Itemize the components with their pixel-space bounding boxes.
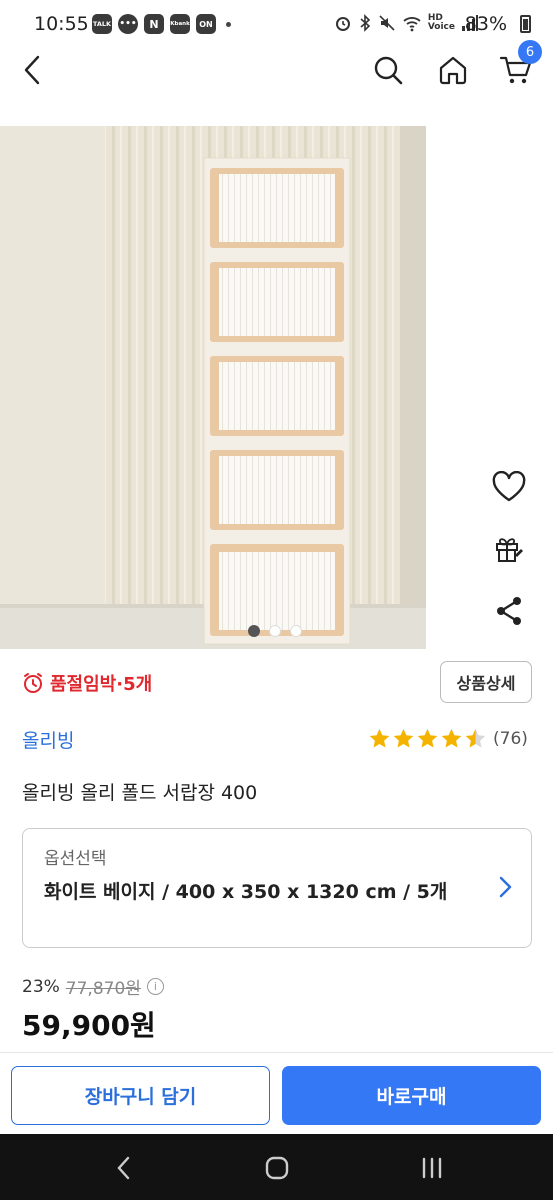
hd-voice-icon: HD Voice: [427, 13, 455, 32]
product-name: 올리빙 올리 폴드 서랍장 400: [22, 782, 258, 804]
battery-icon: [520, 15, 531, 33]
wifi-icon: [403, 17, 421, 32]
page-dot[interactable]: [290, 625, 302, 637]
search-button[interactable]: [366, 48, 410, 92]
page-dot[interactable]: [248, 625, 260, 637]
naver-notification-icon: N: [144, 14, 164, 34]
product-photo: [0, 126, 426, 649]
buy-now-button[interactable]: 바로구매: [282, 1066, 541, 1125]
bluetooth-icon: [360, 14, 370, 32]
star-icon: [369, 728, 390, 748]
share-icon: [497, 597, 521, 625]
talk-notification-icon: TALK: [92, 14, 112, 34]
cart-button[interactable]: 6: [494, 40, 542, 92]
star-icon: [393, 728, 414, 748]
alarm-clock-icon: [24, 673, 42, 693]
alarm-icon: [335, 17, 350, 31]
page-dot[interactable]: [269, 625, 281, 637]
bottom-action-bar: 장바구니 담기 바로구매: [0, 1052, 553, 1134]
sale-price: 59,900원: [22, 1009, 156, 1042]
side-actions: [486, 464, 532, 650]
system-icons: HD Voice: [334, 14, 479, 32]
review-count: (76): [493, 728, 528, 749]
more-notifications-dot-icon: [226, 21, 231, 27]
share-button[interactable]: [486, 588, 532, 634]
nav-home-button[interactable]: [257, 1152, 297, 1184]
stock-text: 품절임박·5개: [50, 674, 153, 695]
product-detail-button[interactable]: 상품상세: [440, 661, 532, 703]
option-selector[interactable]: 옵션선택 화이트 베이지 / 400 x 350 x 1320 cm / 5개: [22, 828, 532, 948]
status-time: 10:55: [34, 13, 89, 35]
brand-link[interactable]: 올리빙: [22, 726, 74, 753]
option-value: 화이트 베이지 / 400 x 350 x 1320 cm / 5개: [44, 881, 448, 903]
battery-level: 83%: [464, 13, 507, 35]
search-icon: [374, 56, 403, 85]
star-icon: [417, 728, 438, 748]
on-notification-icon: ON: [196, 14, 216, 34]
mute-icon: [379, 15, 395, 31]
top-header: 6: [0, 40, 553, 98]
heart-icon: [492, 471, 526, 502]
kbank-notification-icon: Kbank: [170, 14, 190, 34]
original-price: 77,870원: [65, 979, 141, 999]
image-page-indicator: [248, 625, 302, 637]
chevron-right-icon: [499, 876, 512, 898]
back-arrow-icon: [24, 55, 40, 85]
nav-back-button[interactable]: [104, 1152, 144, 1184]
stock-status: 품절임박·5개: [22, 670, 152, 696]
wishlist-button[interactable]: [486, 464, 532, 510]
discount-row: 23% 77,870원 i: [22, 974, 164, 999]
home-icon: [439, 56, 467, 85]
back-button[interactable]: [10, 48, 54, 92]
status-bar: 10:55 TALK ••• N Kbank ON HD Voice 83%: [0, 0, 553, 46]
discount-rate: 23%: [22, 976, 60, 997]
gift-button[interactable]: [486, 526, 532, 572]
star-icon: [441, 728, 462, 748]
chat-notification-icon: •••: [118, 14, 138, 34]
half-star-icon: [465, 728, 486, 748]
cart-count-badge: 6: [518, 40, 542, 64]
info-icon[interactable]: i: [146, 978, 164, 995]
product-image[interactable]: [0, 126, 426, 649]
nav-home-icon: [265, 1156, 289, 1180]
nav-recents-icon: [422, 1157, 442, 1179]
add-to-cart-button[interactable]: 장바구니 담기: [11, 1066, 270, 1125]
nav-back-icon: [117, 1156, 130, 1180]
system-nav-bar: [0, 1134, 553, 1200]
notification-icons: TALK ••• N Kbank ON: [92, 14, 231, 34]
rating[interactable]: (76): [368, 727, 528, 750]
home-button[interactable]: [431, 48, 475, 92]
nav-recents-button[interactable]: [412, 1152, 452, 1184]
gift-icon: [496, 538, 523, 562]
option-label: 옵션선택: [44, 849, 107, 869]
